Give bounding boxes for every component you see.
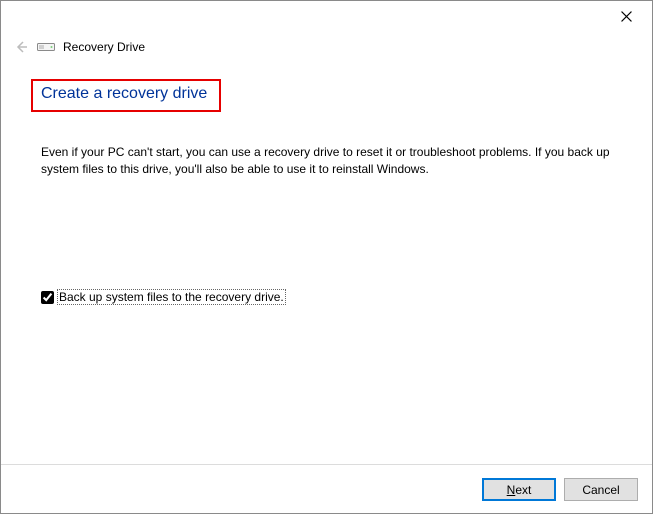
backup-checkbox-row: Back up system files to the recovery dri… (41, 289, 286, 305)
backup-checkbox[interactable] (41, 291, 54, 304)
divider (1, 464, 652, 465)
cancel-button[interactable]: Cancel (564, 478, 638, 501)
close-icon (621, 11, 632, 22)
page-heading: Create a recovery drive (41, 85, 207, 103)
next-button[interactable]: Next (482, 478, 556, 501)
close-button[interactable] (608, 4, 644, 28)
window-title: Recovery Drive (63, 40, 145, 54)
back-arrow-icon (13, 39, 29, 55)
drive-icon (37, 41, 55, 53)
backup-checkbox-label[interactable]: Back up system files to the recovery dri… (57, 289, 286, 305)
wizard-header: Recovery Drive (13, 39, 145, 55)
button-bar: Next Cancel (482, 478, 638, 501)
page-description: Even if your PC can't start, you can use… (41, 144, 617, 178)
next-button-rest: ext (515, 483, 531, 497)
